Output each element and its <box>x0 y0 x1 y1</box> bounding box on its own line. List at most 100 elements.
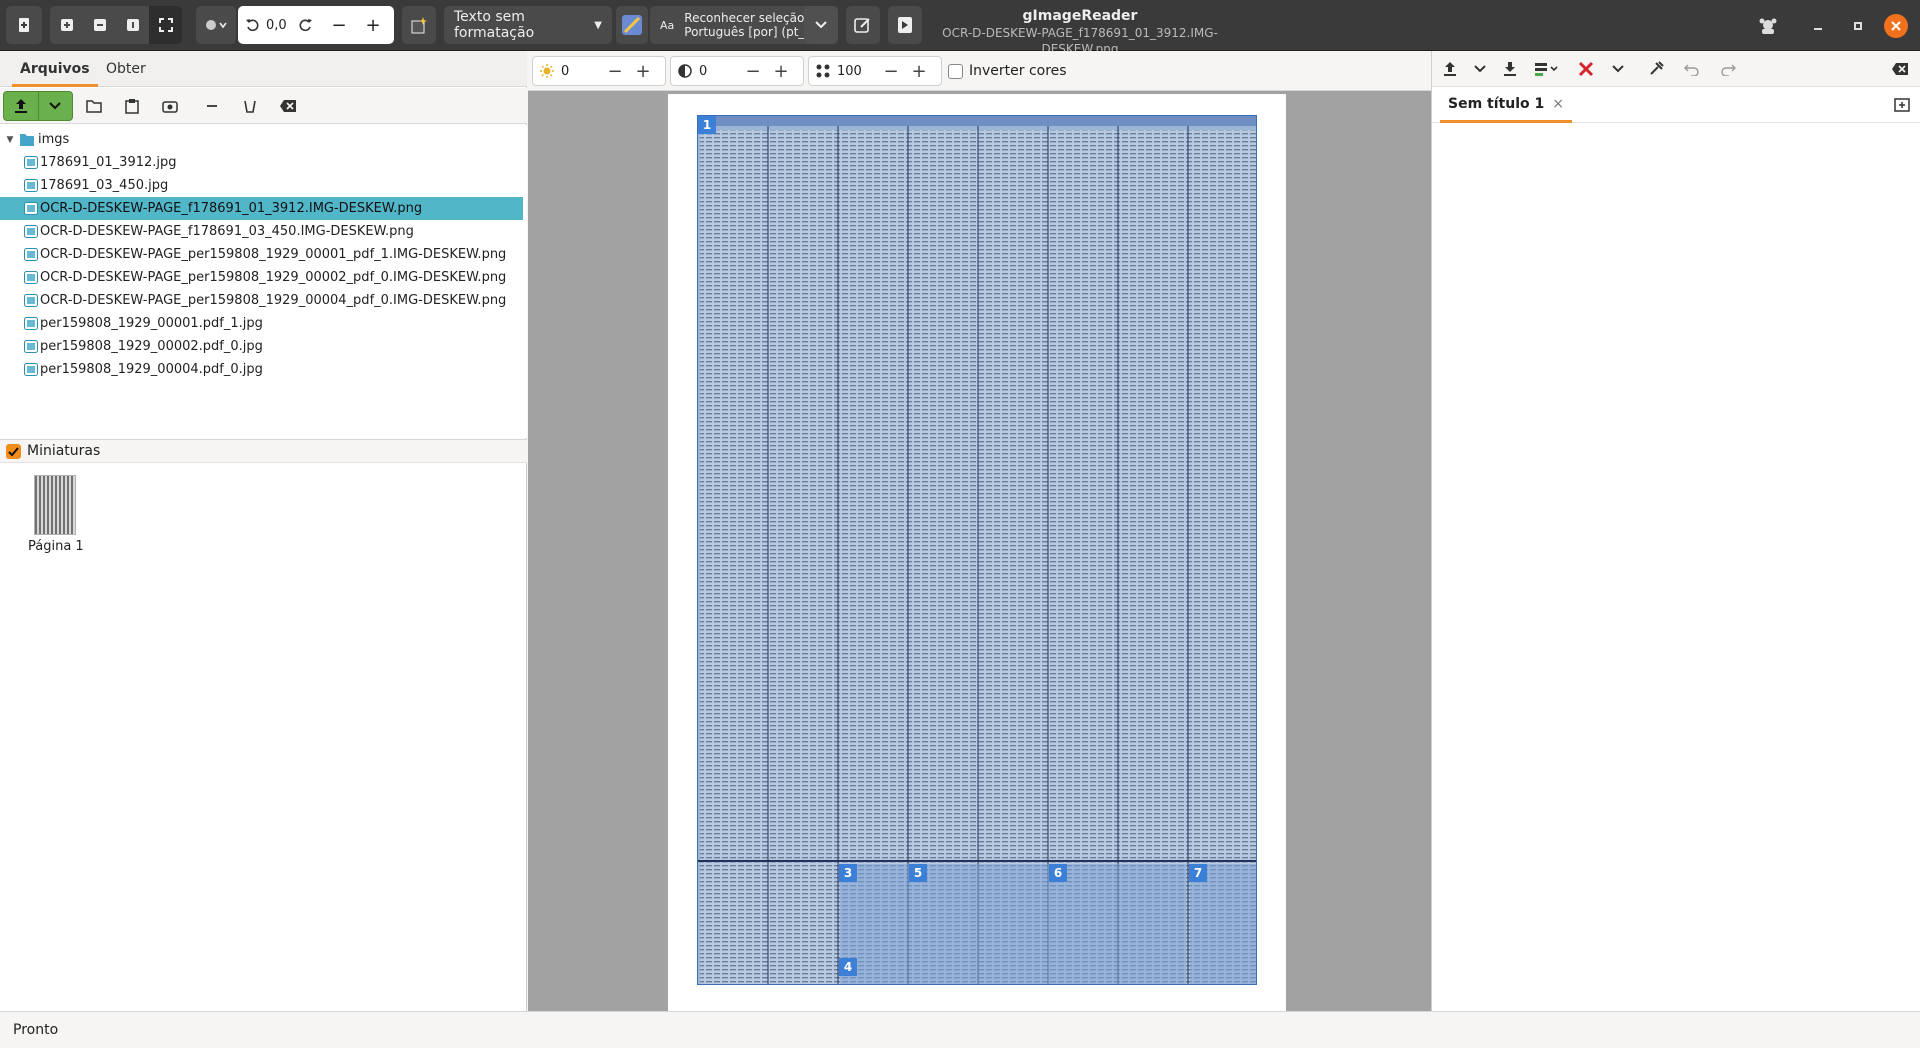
image-file-icon <box>0 271 40 284</box>
file-list-item[interactable]: per159808_1929_00001.pdf_1.jpg <box>0 312 523 335</box>
zoom-in-button[interactable] <box>50 18 83 32</box>
region-badge-6[interactable]: 6 <box>1049 864 1067 882</box>
tab-files[interactable]: Arquivos <box>12 51 98 87</box>
invert-colors-toggle[interactable]: Inverter cores <box>948 63 1067 79</box>
thumbnails-header[interactable]: Miniaturas <box>0 439 527 463</box>
output-toolbar <box>1432 51 1920 87</box>
file-name: OCR-D-DESKEW-PAGE_per159808_1929_00004_p… <box>40 293 507 308</box>
scanned-newspaper-region[interactable]: 1 3 4 5 6 7 <box>697 115 1257 985</box>
new-document-button[interactable] <box>6 6 42 44</box>
file-list-item[interactable]: 178691_03_450.jpg <box>0 174 523 197</box>
toggle-output-pane-button[interactable] <box>846 6 880 44</box>
ocr-mode-button[interactable] <box>616 6 648 44</box>
region-badge-5[interactable]: 5 <box>909 864 927 882</box>
file-list-item[interactable]: OCR-D-DESKEW-PAGE_per159808_1929_00002_p… <box>0 266 523 289</box>
region-badge-7[interactable]: 7 <box>1189 864 1207 882</box>
camera-icon <box>162 101 178 113</box>
edit-icon <box>854 18 870 33</box>
paste-button[interactable] <box>118 92 146 120</box>
open-output-button[interactable] <box>1436 55 1464 83</box>
application-menu-button[interactable] <box>1756 14 1780 38</box>
newspaper-texture <box>698 116 1256 984</box>
clear-icon <box>1892 63 1908 75</box>
file-list-item[interactable]: 178691_01_3912.jpg <box>0 151 523 174</box>
folder-open-icon <box>86 100 102 113</box>
delete-file-button[interactable] <box>236 92 264 120</box>
output-mode-dropdown[interactable]: Texto sem formatação ▼ <box>444 6 612 44</box>
file-list-item[interactable]: OCR-D-DESKEW-PAGE_f178691_01_3912.IMG-DE… <box>0 197 523 220</box>
brightness-decrease-button[interactable]: − <box>601 61 629 82</box>
resolution-decrease-button[interactable]: − <box>877 61 905 82</box>
text-options-dropdown[interactable] <box>1530 55 1564 83</box>
close-tab-icon[interactable]: × <box>1552 96 1564 112</box>
folder-label: imgs <box>38 132 70 147</box>
text-options-icon <box>1535 63 1558 76</box>
resolution-increase-button[interactable]: + <box>905 61 933 82</box>
rotation-decrease-button[interactable]: − <box>322 15 356 36</box>
batch-process-button[interactable] <box>888 6 922 44</box>
autodetect-layout-button[interactable] <box>402 6 436 44</box>
clear-files-button[interactable] <box>274 92 302 120</box>
redo-button[interactable] <box>1714 55 1742 83</box>
best-fit-button[interactable] <box>149 6 182 44</box>
file-list-item[interactable]: OCR-D-DESKEW-PAGE_per159808_1929_00004_p… <box>0 289 523 312</box>
invert-colors-checkbox[interactable] <box>948 63 963 79</box>
file-name: 178691_01_3912.jpg <box>40 155 177 170</box>
region-badge-3[interactable]: 3 <box>839 864 857 882</box>
upload-icon <box>1444 62 1456 76</box>
image-adjust-toolbar: 0 − + 0 − + 100 − + Inverter cores <box>528 51 1431 91</box>
add-files-dropdown[interactable] <box>37 92 72 120</box>
trash-icon <box>244 100 256 113</box>
thumbnails-checkbox[interactable] <box>6 443 21 459</box>
open-output-dropdown[interactable] <box>1466 55 1494 83</box>
brightness-increase-button[interactable]: + <box>629 61 657 82</box>
output-text-area[interactable] <box>1432 124 1920 1011</box>
image-file-icon <box>0 248 40 261</box>
screenshot-button[interactable] <box>156 92 184 120</box>
find-replace-button[interactable] <box>1642 55 1670 83</box>
open-folder-button[interactable] <box>80 92 108 120</box>
region-badge-4[interactable]: 4 <box>839 958 857 976</box>
contrast-value[interactable]: 0 <box>699 64 739 79</box>
contrast-increase-button[interactable]: + <box>767 61 795 82</box>
save-output-button[interactable] <box>1496 55 1524 83</box>
rotate-right-button[interactable] <box>290 18 322 32</box>
file-list-item[interactable]: OCR-D-DESKEW-PAGE_per159808_1929_00001_p… <box>0 243 523 266</box>
minus-icon <box>207 105 217 107</box>
remove-file-button[interactable] <box>198 92 226 120</box>
image-controls-toggle[interactable] <box>196 6 236 44</box>
undo-button[interactable] <box>1678 55 1706 83</box>
clear-output-button[interactable] <box>1886 55 1914 83</box>
thumbnail-page-1[interactable]: Página 1 <box>28 475 84 554</box>
resolution-value[interactable]: 100 <box>837 64 877 79</box>
close-icon <box>1891 21 1901 31</box>
new-output-tab-button[interactable] <box>1888 91 1916 119</box>
tree-folder-imgs[interactable]: ▼ imgs <box>0 128 523 151</box>
rotate-right-icon <box>299 19 312 32</box>
close-window-button[interactable] <box>1884 14 1908 38</box>
expander-icon[interactable]: ▼ <box>0 135 20 145</box>
tab-output-document[interactable]: Sem título 1 × <box>1440 87 1572 123</box>
region-badge-1[interactable]: 1 <box>698 116 716 134</box>
brightness-value[interactable]: 0 <box>561 64 601 79</box>
rotation-increase-button[interactable]: + <box>356 15 390 36</box>
language-dropdown-button[interactable] <box>804 6 838 44</box>
zoom-out-button[interactable] <box>83 18 116 32</box>
document-page[interactable]: 1 3 4 5 6 7 <box>668 94 1286 1011</box>
maximize-button[interactable] <box>1846 14 1870 38</box>
add-files-button[interactable] <box>4 92 38 120</box>
output-pane: Sem título 1 × <box>1431 51 1920 1011</box>
rotation-value[interactable]: 0,0 <box>266 18 290 33</box>
header-bar: 0,0 − + Texto sem formatação ▼ Aa Reconh… <box>0 0 1920 56</box>
original-size-button[interactable] <box>116 18 149 32</box>
contrast-decrease-button[interactable]: − <box>739 61 767 82</box>
file-list-item[interactable]: per159808_1929_00002.pdf_0.jpg <box>0 335 523 358</box>
file-list-item[interactable]: per159808_1929_00004.pdf_0.jpg <box>0 358 523 381</box>
tab-acquire[interactable]: Obter <box>98 51 154 87</box>
file-list-item[interactable]: OCR-D-DESKEW-PAGE_f178691_03_450.IMG-DES… <box>0 220 523 243</box>
minimize-button[interactable] <box>1806 14 1830 38</box>
strip-line-breaks-button[interactable] <box>1572 55 1600 83</box>
strip-options-dropdown[interactable] <box>1604 55 1632 83</box>
check-icon <box>8 446 19 456</box>
rotate-left-button[interactable] <box>238 18 266 32</box>
